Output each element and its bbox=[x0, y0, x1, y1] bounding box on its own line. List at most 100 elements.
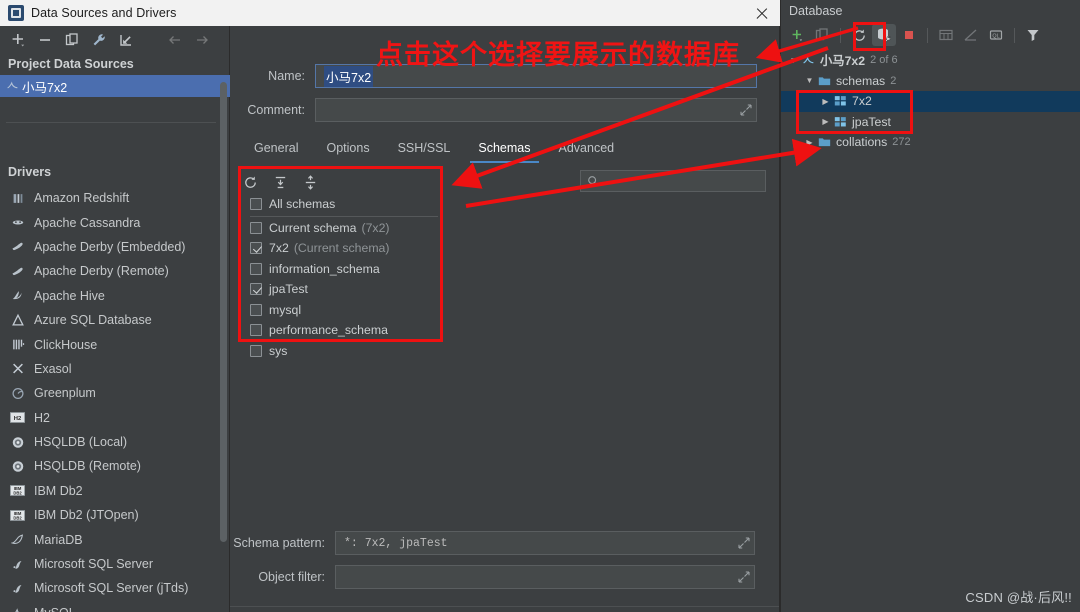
driver-label: HSQLDB (Remote) bbox=[34, 459, 141, 474]
drivers-list[interactable]: Amazon Redshift Apache Cassandra Apache De… bbox=[0, 186, 230, 612]
driver-item[interactable]: Apache Derby (Embedded) bbox=[0, 235, 230, 259]
driver-item[interactable]: Exasol bbox=[0, 357, 230, 381]
schema-checkbox[interactable] bbox=[250, 283, 262, 296]
tab-advanced[interactable]: Advanced bbox=[545, 137, 629, 163]
schema-checkbox[interactable] bbox=[250, 324, 262, 337]
schema-checkbox[interactable] bbox=[250, 344, 262, 357]
driver-item[interactable]: ClickHouse bbox=[0, 332, 230, 356]
driver-item[interactable]: Microsoft SQL Server (jTds) bbox=[0, 576, 230, 600]
collapse-all-icon[interactable] bbox=[298, 171, 322, 193]
chevron-right-icon[interactable]: ▶ bbox=[819, 97, 832, 106]
refresh-icon[interactable] bbox=[238, 171, 262, 193]
schema-checkbox[interactable] bbox=[250, 221, 262, 234]
mariadb-icon bbox=[10, 532, 25, 547]
schema-row[interactable]: Current schema (7x2) bbox=[238, 218, 444, 239]
schema-suffix: (7x2) bbox=[361, 220, 390, 235]
folder-icon bbox=[818, 136, 831, 148]
duplicate-button[interactable] bbox=[810, 24, 834, 46]
schema-row[interactable]: jpaTest bbox=[238, 279, 444, 300]
expand-all-icon[interactable] bbox=[268, 171, 292, 193]
refresh-icon[interactable] bbox=[847, 24, 871, 46]
expand-editor-icon[interactable] bbox=[738, 537, 750, 549]
schema-row[interactable]: 7x2 (Current schema) bbox=[238, 238, 444, 259]
schema-label: information_schema bbox=[269, 261, 380, 276]
table-icon[interactable] bbox=[934, 24, 958, 46]
remove-button[interactable] bbox=[33, 29, 57, 51]
add-button[interactable] bbox=[6, 29, 30, 51]
driver-item[interactable]: Microsoft SQL Server bbox=[0, 552, 230, 576]
schema-checkbox[interactable] bbox=[250, 242, 262, 255]
database-wrench-icon[interactable] bbox=[872, 24, 896, 46]
database-panel-title: Database bbox=[789, 4, 843, 18]
schema-row[interactable]: information_schema bbox=[238, 259, 444, 280]
driver-item[interactable]: Apache Hive bbox=[0, 284, 230, 308]
tab-schemas[interactable]: Schemas bbox=[464, 137, 544, 163]
tree-node[interactable]: ▶ collations 272 bbox=[781, 132, 1080, 153]
driver-item[interactable]: IBM DB2 IBM Db2 bbox=[0, 479, 230, 503]
arrow-right-icon[interactable] bbox=[190, 29, 214, 51]
copy-icon[interactable] bbox=[60, 29, 84, 51]
schema-row[interactable]: performance_schema bbox=[238, 320, 444, 341]
search-input[interactable] bbox=[580, 170, 766, 192]
sidebar-toolbar bbox=[0, 26, 230, 54]
data-source-item[interactable]: 小马7x2 bbox=[0, 75, 230, 97]
diagram-icon[interactable] bbox=[959, 24, 983, 46]
wrench-icon[interactable] bbox=[87, 29, 111, 51]
driver-item[interactable]: MariaDB bbox=[0, 527, 230, 551]
driver-item[interactable]: Azure SQL Database bbox=[0, 308, 230, 332]
driver-item[interactable]: HSQLDB (Remote) bbox=[0, 454, 230, 478]
object-filter-label: Object filter: bbox=[258, 570, 325, 584]
driver-item[interactable]: IBM DB2 IBM Db2 (JTOpen) bbox=[0, 503, 230, 527]
schema-pattern-input[interactable]: *: 7x2, jpaTest bbox=[335, 531, 755, 555]
schema-checkbox[interactable] bbox=[250, 303, 262, 316]
tree-node-label: collations bbox=[836, 135, 888, 150]
svg-text:DB2: DB2 bbox=[13, 491, 22, 496]
stop-square-icon[interactable] bbox=[897, 24, 921, 46]
schema-checkbox[interactable] bbox=[250, 198, 262, 211]
chevron-right-icon[interactable]: ▶ bbox=[819, 117, 832, 126]
comment-input[interactable] bbox=[315, 98, 757, 122]
ql-console-icon[interactable]: QL bbox=[984, 24, 1008, 46]
tab-ssh-ssl[interactable]: SSH/SSL bbox=[384, 137, 465, 163]
schema-row[interactable]: All schemas bbox=[238, 194, 444, 215]
datasource-app-icon bbox=[8, 5, 24, 21]
schema-checkbox[interactable] bbox=[250, 262, 262, 275]
driver-item[interactable]: H2 H2 bbox=[0, 406, 230, 430]
schema-checkbox-list[interactable]: All schemas Current schema (7x2) 7x2 (Curren… bbox=[238, 194, 444, 370]
tree-node[interactable]: ▼ 小马7x2 2 of 6 bbox=[781, 50, 1080, 71]
schema-row[interactable]: mysql bbox=[238, 300, 444, 321]
funnel-icon[interactable] bbox=[1021, 24, 1045, 46]
driver-item[interactable]: HSQLDB (Local) bbox=[0, 430, 230, 454]
tab-general[interactable]: General bbox=[240, 137, 312, 163]
folder-icon bbox=[818, 75, 831, 87]
chevron-down-icon[interactable]: ▼ bbox=[803, 76, 816, 85]
import-arrow-icon[interactable] bbox=[114, 29, 138, 51]
driver-label: MySQL bbox=[34, 606, 76, 612]
svg-text:DB2: DB2 bbox=[13, 515, 22, 520]
tree-node[interactable]: ▶ jpaTest bbox=[781, 112, 1080, 133]
database-tree[interactable]: ▼ 小马7x2 2 of 6 ▼ schemas 2 ▶ 7x2 ▶ jpaTest ▶ collat… bbox=[781, 50, 1080, 153]
chevron-right-icon[interactable]: ▶ bbox=[803, 138, 816, 147]
tree-node-label: 小马7x2 bbox=[820, 54, 866, 69]
driver-item[interactable]: Amazon Redshift bbox=[0, 186, 230, 210]
editor-tabs[interactable]: General Options SSH/SSL Schemas Advanced bbox=[240, 136, 780, 164]
name-input[interactable]: 小马7x2 bbox=[315, 64, 757, 88]
driver-item[interactable]: Apache Cassandra bbox=[0, 210, 230, 234]
arrow-left-icon[interactable] bbox=[163, 29, 187, 51]
svg-text:H2: H2 bbox=[14, 416, 22, 422]
expand-editor-icon[interactable] bbox=[740, 104, 752, 116]
object-filter-input[interactable] bbox=[335, 565, 755, 589]
tab-options[interactable]: Options bbox=[312, 137, 383, 163]
tree-node[interactable]: ▼ schemas 2 bbox=[781, 71, 1080, 92]
sidebar-scrollbar[interactable] bbox=[220, 82, 227, 542]
chevron-down-icon[interactable]: ▼ bbox=[787, 56, 800, 65]
driver-item[interactable]: Greenplum bbox=[0, 381, 230, 405]
driver-item[interactable]: Apache Derby (Remote) bbox=[0, 259, 230, 283]
search-field[interactable] bbox=[604, 174, 754, 188]
close-icon[interactable] bbox=[752, 3, 772, 23]
driver-item[interactable]: MySQL bbox=[0, 601, 230, 612]
schema-row[interactable]: sys bbox=[238, 341, 444, 362]
add-datasource-button[interactable] bbox=[785, 24, 809, 46]
tree-node[interactable]: ▶ 7x2 bbox=[781, 91, 1080, 112]
expand-editor-icon[interactable] bbox=[738, 571, 750, 583]
